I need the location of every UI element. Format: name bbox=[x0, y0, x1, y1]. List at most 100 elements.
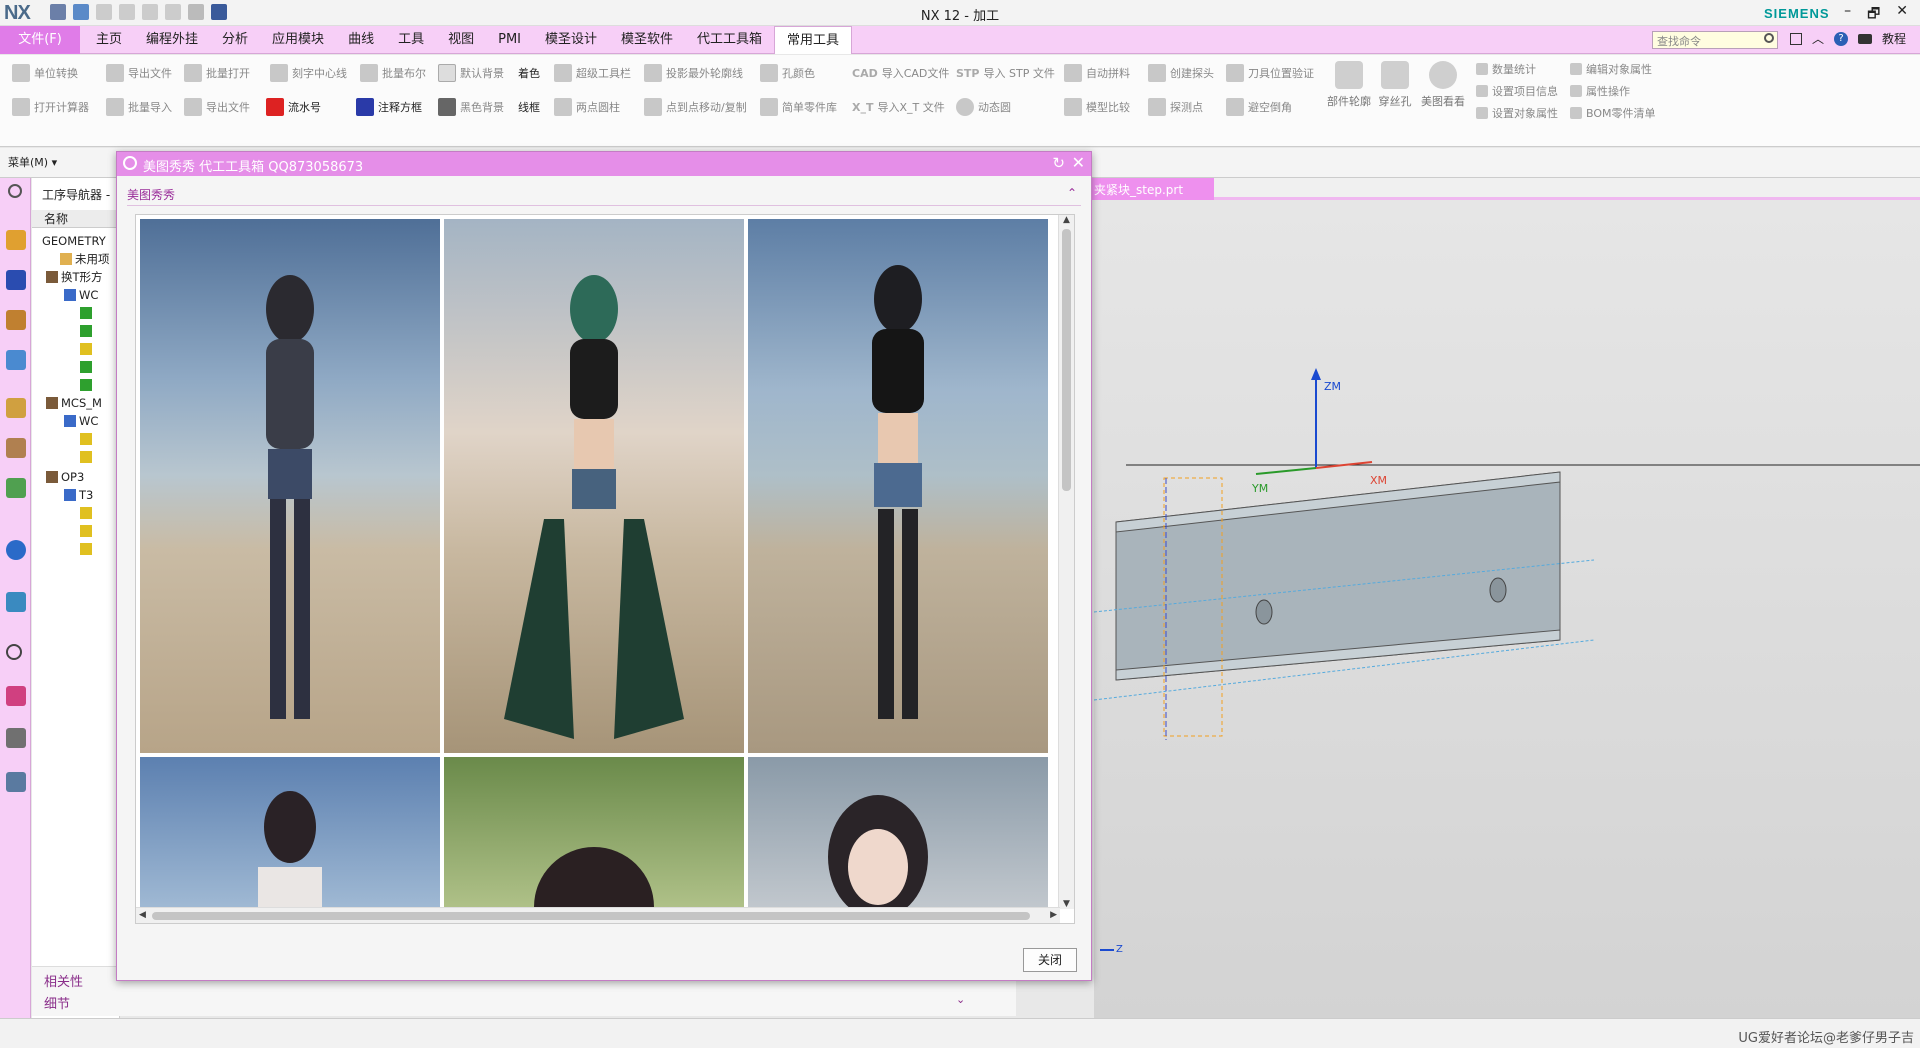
hole-color-button[interactable]: 孔颜色 bbox=[760, 63, 815, 83]
dialog-gear-icon[interactable] bbox=[123, 156, 137, 170]
open-calculator-button[interactable]: 打开计算器 bbox=[12, 97, 89, 117]
batch-open-button[interactable]: 批量打开 bbox=[184, 63, 250, 83]
web-browser-icon[interactable] bbox=[6, 592, 26, 612]
create-probe-button[interactable]: 创建探头 bbox=[1148, 63, 1214, 83]
roles-icon[interactable] bbox=[6, 772, 26, 792]
dynamic-circle-button[interactable]: 动态圆 bbox=[956, 97, 1011, 117]
batch-import-button[interactable]: 批量导入 bbox=[106, 97, 172, 117]
tree-node-op-7[interactable] bbox=[80, 448, 92, 466]
point-move-copy-button[interactable]: 点到点移动/复制 bbox=[644, 97, 747, 117]
engrave-centerline-button[interactable]: 刻字中心线 bbox=[270, 63, 347, 83]
tab-view[interactable]: 视图 bbox=[436, 26, 486, 54]
tree-node-unused[interactable]: 未用项 bbox=[60, 250, 110, 268]
info-icon[interactable] bbox=[6, 540, 26, 560]
model-compare-button[interactable]: 模型比较 bbox=[1064, 97, 1130, 117]
tree-node-op-6[interactable] bbox=[80, 430, 92, 448]
operation-navigator-icon[interactable] bbox=[6, 350, 26, 370]
black-background-button[interactable]: 黑色背景 bbox=[438, 97, 504, 117]
chevron-up-icon[interactable]: ⌃ bbox=[1067, 186, 1077, 200]
tab-home[interactable]: 主页 bbox=[84, 26, 134, 54]
history-clock-icon[interactable] bbox=[6, 644, 22, 660]
tab-oem-toolbox[interactable]: 代工工具箱 bbox=[685, 26, 774, 54]
settings-gear-icon[interactable] bbox=[8, 184, 22, 198]
gallery-image-1[interactable] bbox=[140, 219, 440, 753]
machining-feature-icon[interactable] bbox=[6, 438, 26, 458]
scroll-left-icon[interactable]: ◀ bbox=[139, 910, 146, 920]
export-file-button[interactable]: 导出文件 bbox=[106, 63, 172, 83]
auto-nesting-button[interactable]: 自动拼料 bbox=[1064, 63, 1130, 83]
help-icon[interactable]: ? bbox=[1834, 31, 1849, 46]
tree-node-op-8[interactable] bbox=[80, 504, 92, 522]
set-object-attr-button[interactable]: 设置对象属性 bbox=[1476, 103, 1558, 123]
gallery-image-6[interactable] bbox=[748, 757, 1048, 923]
related-section[interactable]: 相关性 bbox=[44, 971, 83, 990]
graphics-window[interactable]: ZM YM XM Z bbox=[1093, 200, 1920, 1018]
command-search-input[interactable]: 查找命令 bbox=[1652, 31, 1778, 49]
super-toolbar-button[interactable]: 超级工具栏 bbox=[554, 63, 631, 83]
gallery-group-header[interactable]: 美图秀秀 ⌃ bbox=[127, 182, 1081, 206]
robot-icon[interactable] bbox=[6, 728, 26, 748]
main-menu-button[interactable]: 菜单(M) ▾ bbox=[8, 154, 57, 170]
tool-position-verify-button[interactable]: 刀具位置验证 bbox=[1226, 63, 1314, 83]
attribute-operation-button[interactable]: 属性操作 bbox=[1570, 81, 1630, 101]
constraint-navigator-icon[interactable] bbox=[6, 270, 26, 290]
tab-mold-software[interactable]: 模圣软件 bbox=[609, 26, 685, 54]
gallery-image-5[interactable] bbox=[444, 757, 744, 923]
gallery-image-4[interactable] bbox=[140, 757, 440, 923]
tree-node-op3[interactable]: OP3 bbox=[46, 468, 84, 486]
chevron-down-icon[interactable]: ⌄ bbox=[956, 993, 965, 1006]
tree-node-mcs-1[interactable]: 换T形方 bbox=[46, 268, 103, 286]
tab-application[interactable]: 应用模块 bbox=[260, 26, 336, 54]
collapse-ribbon-icon[interactable]: ︿ bbox=[1812, 30, 1824, 47]
wire-hole-button[interactable]: 穿丝孔 bbox=[1370, 61, 1420, 109]
shaded-button[interactable]: 着色 bbox=[518, 63, 540, 83]
details-section[interactable]: 细节 bbox=[44, 993, 70, 1012]
tutorial-icon[interactable] bbox=[1858, 33, 1873, 44]
set-project-info-button[interactable]: 设置项目信息 bbox=[1476, 81, 1558, 101]
part-file-tab[interactable]: 夹紧块_step.prt bbox=[1090, 178, 1214, 200]
search-icon[interactable] bbox=[1764, 33, 1774, 43]
tab-curve[interactable]: 曲线 bbox=[336, 26, 386, 54]
wireframe-button[interactable]: 线框 bbox=[518, 97, 540, 117]
tab-analysis[interactable]: 分析 bbox=[210, 26, 260, 54]
name-column-header[interactable]: 名称 bbox=[32, 210, 120, 228]
palette-icon[interactable] bbox=[6, 686, 26, 706]
image-viewer-button[interactable]: 美图看看 bbox=[1418, 61, 1468, 109]
gallery-image-3[interactable] bbox=[748, 219, 1048, 753]
tree-node-op-1[interactable] bbox=[80, 304, 92, 322]
part-navigator-icon[interactable] bbox=[6, 310, 26, 330]
serial-number-button[interactable]: 流水号 bbox=[266, 97, 321, 117]
tab-tools[interactable]: 工具 bbox=[386, 26, 436, 54]
import-xt-button[interactable]: X_T 导入X_T 文件 bbox=[852, 97, 945, 117]
simple-part-library-button[interactable]: 简单零件库 bbox=[760, 97, 837, 117]
tree-node-op-5[interactable] bbox=[80, 376, 92, 394]
window-list-icon[interactable] bbox=[1790, 32, 1802, 45]
gallery-image-2[interactable] bbox=[444, 219, 744, 753]
part-outline-button[interactable]: 部件轮廓 bbox=[1324, 61, 1374, 109]
relief-chamfer-button[interactable]: 避空倒角 bbox=[1226, 97, 1292, 117]
batch-boolean-button[interactable]: 批量布尔 bbox=[360, 63, 426, 83]
scroll-up-icon[interactable]: ▲ bbox=[1063, 215, 1070, 225]
assembly-navigator-icon[interactable] bbox=[6, 230, 26, 250]
vertical-scroll-thumb[interactable] bbox=[1062, 229, 1071, 491]
tree-node-geometry[interactable]: GEOMETRY bbox=[42, 232, 106, 250]
annotation-box-button[interactable]: 注释方框 bbox=[356, 97, 422, 117]
import-stp-button[interactable]: STP 导入 STP 文件 bbox=[956, 63, 1055, 83]
close-window-button[interactable]: ✕ bbox=[1896, 3, 1908, 27]
edit-object-attr-button[interactable]: 编辑对象属性 bbox=[1570, 59, 1652, 79]
dialog-close-icon[interactable]: ✕ bbox=[1072, 153, 1085, 172]
tree-node-workpiece-1[interactable]: WC bbox=[64, 286, 98, 304]
reset-icon[interactable]: ↻ bbox=[1052, 154, 1065, 172]
project-outline-button[interactable]: 投影最外轮廓线 bbox=[644, 63, 743, 83]
scroll-right-icon[interactable]: ▶ bbox=[1050, 910, 1057, 920]
restore-button[interactable]: 🗗 bbox=[1867, 3, 1880, 27]
reuse-library-icon[interactable] bbox=[6, 478, 26, 498]
gallery-vertical-scrollbar[interactable]: ▲ ▼ bbox=[1058, 215, 1074, 909]
close-button[interactable]: 关闭 bbox=[1023, 948, 1077, 972]
scroll-down-icon[interactable]: ▼ bbox=[1063, 899, 1070, 909]
probe-point-button[interactable]: 探测点 bbox=[1148, 97, 1203, 117]
tutorial-link[interactable]: 教程 bbox=[1882, 30, 1906, 47]
tree-node-op-2[interactable] bbox=[80, 322, 92, 340]
quantity-stats-button[interactable]: 数量统计 bbox=[1476, 59, 1536, 79]
gallery-horizontal-scrollbar[interactable]: ◀ ▶ bbox=[136, 907, 1060, 923]
